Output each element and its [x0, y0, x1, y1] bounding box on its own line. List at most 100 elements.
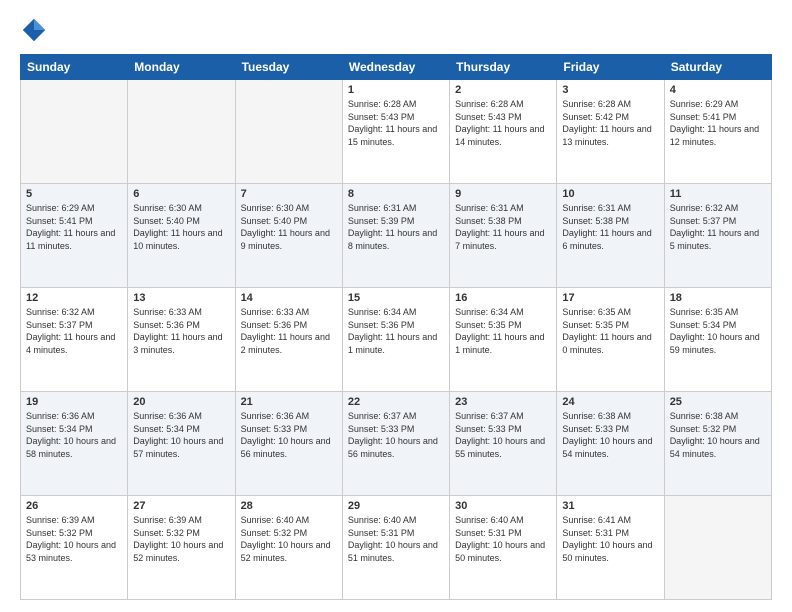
calendar-body: 1 Sunrise: 6:28 AM Sunset: 5:43 PM Daylig… — [21, 80, 772, 600]
day-info: Sunrise: 6:32 AM Sunset: 5:37 PM Dayligh… — [26, 306, 122, 356]
calendar-cell: 22Sunrise: 6:37 AM Sunset: 5:33 PM Dayli… — [342, 392, 449, 496]
calendar-week-4: 19Sunrise: 6:36 AM Sunset: 5:34 PM Dayli… — [21, 392, 772, 496]
calendar-cell — [21, 80, 128, 184]
day-info: Sunrise: 6:33 AM Sunset: 5:36 PM Dayligh… — [241, 306, 337, 356]
day-number: 21 — [241, 396, 337, 408]
day-number: 7 — [241, 188, 337, 200]
day-info: Sunrise: 6:31 AM Sunset: 5:38 PM Dayligh… — [455, 202, 551, 252]
calendar-cell: 11Sunrise: 6:32 AM Sunset: 5:37 PM Dayli… — [664, 184, 771, 288]
day-number: 14 — [241, 292, 337, 304]
calendar-header-tuesday: Tuesday — [235, 55, 342, 80]
day-info: Sunrise: 6:36 AM Sunset: 5:34 PM Dayligh… — [26, 410, 122, 460]
calendar-cell: 8Sunrise: 6:31 AM Sunset: 5:39 PM Daylig… — [342, 184, 449, 288]
calendar-header-thursday: Thursday — [450, 55, 557, 80]
day-info: Sunrise: 6:29 AM Sunset: 5:41 PM Dayligh… — [670, 98, 766, 148]
calendar-cell: 10 Sunrise: 6:31 AM Sunset: 5:38 PM Dayli… — [557, 184, 664, 288]
calendar-header-friday: Friday — [557, 55, 664, 80]
day-info: Sunrise: 6:37 AM Sunset: 5:33 PM Dayligh… — [455, 410, 551, 460]
calendar-week-2: 5 Sunrise: 6:29 AM Sunset: 5:41 PM Daylig… — [21, 184, 772, 288]
calendar-cell: 28 Sunrise: 6:40 AM Sunset: 5:32 PM Dayli… — [235, 496, 342, 600]
day-number: 29 — [348, 500, 444, 512]
logo-icon — [20, 16, 48, 44]
day-number: 2 — [455, 84, 551, 96]
day-number: 8 — [348, 188, 444, 200]
day-number: 12 — [26, 292, 122, 304]
day-info: Sunrise: 6:28 AM Sunset: 5:42 PM Dayligh… — [562, 98, 658, 148]
calendar-week-5: 26 Sunrise: 6:39 AM Sunset: 5:32 PM Dayli… — [21, 496, 772, 600]
calendar-cell — [664, 496, 771, 600]
day-info: Sunrise: 6:32 AM Sunset: 5:37 PM Dayligh… — [670, 202, 766, 252]
calendar-cell: 9Sunrise: 6:31 AM Sunset: 5:38 PM Daylig… — [450, 184, 557, 288]
calendar-cell: 15Sunrise: 6:34 AM Sunset: 5:36 PM Dayli… — [342, 288, 449, 392]
calendar-cell: 3 Sunrise: 6:28 AM Sunset: 5:42 PM Daylig… — [557, 80, 664, 184]
day-number: 20 — [133, 396, 229, 408]
day-info: Sunrise: 6:29 AM Sunset: 5:41 PM Dayligh… — [26, 202, 122, 252]
calendar-header-monday: Monday — [128, 55, 235, 80]
calendar-header-saturday: Saturday — [664, 55, 771, 80]
day-number: 17 — [562, 292, 658, 304]
day-number: 28 — [241, 500, 337, 512]
day-number: 10 — [562, 188, 658, 200]
calendar-cell: 24 Sunrise: 6:38 AM Sunset: 5:33 PM Dayli… — [557, 392, 664, 496]
day-number: 24 — [562, 396, 658, 408]
calendar-header-row: SundayMondayTuesdayWednesdayThursdayFrid… — [21, 55, 772, 80]
day-info: Sunrise: 6:36 AM Sunset: 5:34 PM Dayligh… — [133, 410, 229, 460]
day-info: Sunrise: 6:39 AM Sunset: 5:32 PM Dayligh… — [133, 514, 229, 564]
day-number: 27 — [133, 500, 229, 512]
day-info: Sunrise: 6:36 AM Sunset: 5:33 PM Dayligh… — [241, 410, 337, 460]
day-number: 18 — [670, 292, 766, 304]
calendar-week-1: 1 Sunrise: 6:28 AM Sunset: 5:43 PM Daylig… — [21, 80, 772, 184]
day-number: 13 — [133, 292, 229, 304]
calendar-cell: 27 Sunrise: 6:39 AM Sunset: 5:32 PM Dayli… — [128, 496, 235, 600]
calendar-cell: 14 Sunrise: 6:33 AM Sunset: 5:36 PM Dayli… — [235, 288, 342, 392]
day-info: Sunrise: 6:35 AM Sunset: 5:34 PM Dayligh… — [670, 306, 766, 356]
calendar-cell: 17Sunrise: 6:35 AM Sunset: 5:35 PM Dayli… — [557, 288, 664, 392]
calendar-cell: 18 Sunrise: 6:35 AM Sunset: 5:34 PM Dayli… — [664, 288, 771, 392]
day-number: 1 — [348, 84, 444, 96]
calendar-cell: 13 Sunrise: 6:33 AM Sunset: 5:36 PM Dayli… — [128, 288, 235, 392]
day-info: Sunrise: 6:28 AM Sunset: 5:43 PM Dayligh… — [455, 98, 551, 148]
calendar-cell: 26 Sunrise: 6:39 AM Sunset: 5:32 PM Dayli… — [21, 496, 128, 600]
day-info: Sunrise: 6:39 AM Sunset: 5:32 PM Dayligh… — [26, 514, 122, 564]
calendar-cell: 30Sunrise: 6:40 AM Sunset: 5:31 PM Dayli… — [450, 496, 557, 600]
day-info: Sunrise: 6:40 AM Sunset: 5:32 PM Dayligh… — [241, 514, 337, 564]
header — [20, 16, 772, 44]
calendar-cell: 16Sunrise: 6:34 AM Sunset: 5:35 PM Dayli… — [450, 288, 557, 392]
day-number: 3 — [562, 84, 658, 96]
day-info: Sunrise: 6:31 AM Sunset: 5:38 PM Dayligh… — [562, 202, 658, 252]
day-number: 23 — [455, 396, 551, 408]
day-info: Sunrise: 6:30 AM Sunset: 5:40 PM Dayligh… — [241, 202, 337, 252]
day-info: Sunrise: 6:38 AM Sunset: 5:32 PM Dayligh… — [670, 410, 766, 460]
calendar-cell: 19Sunrise: 6:36 AM Sunset: 5:34 PM Dayli… — [21, 392, 128, 496]
day-number: 30 — [455, 500, 551, 512]
calendar-cell: 5 Sunrise: 6:29 AM Sunset: 5:41 PM Daylig… — [21, 184, 128, 288]
logo — [20, 16, 52, 44]
calendar-cell: 6 Sunrise: 6:30 AM Sunset: 5:40 PM Daylig… — [128, 184, 235, 288]
calendar-cell: 31Sunrise: 6:41 AM Sunset: 5:31 PM Dayli… — [557, 496, 664, 600]
calendar-cell: 21 Sunrise: 6:36 AM Sunset: 5:33 PM Dayli… — [235, 392, 342, 496]
day-info: Sunrise: 6:34 AM Sunset: 5:35 PM Dayligh… — [455, 306, 551, 356]
day-info: Sunrise: 6:40 AM Sunset: 5:31 PM Dayligh… — [348, 514, 444, 564]
calendar-cell: 25 Sunrise: 6:38 AM Sunset: 5:32 PM Dayli… — [664, 392, 771, 496]
calendar-cell: 23 Sunrise: 6:37 AM Sunset: 5:33 PM Dayli… — [450, 392, 557, 496]
day-number: 5 — [26, 188, 122, 200]
calendar-cell: 12 Sunrise: 6:32 AM Sunset: 5:37 PM Dayli… — [21, 288, 128, 392]
day-info: Sunrise: 6:28 AM Sunset: 5:43 PM Dayligh… — [348, 98, 444, 148]
calendar-header-wednesday: Wednesday — [342, 55, 449, 80]
day-number: 26 — [26, 500, 122, 512]
calendar-cell: 1 Sunrise: 6:28 AM Sunset: 5:43 PM Daylig… — [342, 80, 449, 184]
calendar-cell: 29 Sunrise: 6:40 AM Sunset: 5:31 PM Dayli… — [342, 496, 449, 600]
day-number: 4 — [670, 84, 766, 96]
calendar-cell: 2 Sunrise: 6:28 AM Sunset: 5:43 PM Daylig… — [450, 80, 557, 184]
day-number: 25 — [670, 396, 766, 408]
day-info: Sunrise: 6:33 AM Sunset: 5:36 PM Dayligh… — [133, 306, 229, 356]
calendar-cell — [235, 80, 342, 184]
day-info: Sunrise: 6:37 AM Sunset: 5:33 PM Dayligh… — [348, 410, 444, 460]
calendar-table: SundayMondayTuesdayWednesdayThursdayFrid… — [20, 54, 772, 600]
day-number: 6 — [133, 188, 229, 200]
day-info: Sunrise: 6:34 AM Sunset: 5:36 PM Dayligh… — [348, 306, 444, 356]
day-info: Sunrise: 6:38 AM Sunset: 5:33 PM Dayligh… — [562, 410, 658, 460]
calendar-cell: 4 Sunrise: 6:29 AM Sunset: 5:41 PM Daylig… — [664, 80, 771, 184]
day-info: Sunrise: 6:30 AM Sunset: 5:40 PM Dayligh… — [133, 202, 229, 252]
day-info: Sunrise: 6:41 AM Sunset: 5:31 PM Dayligh… — [562, 514, 658, 564]
